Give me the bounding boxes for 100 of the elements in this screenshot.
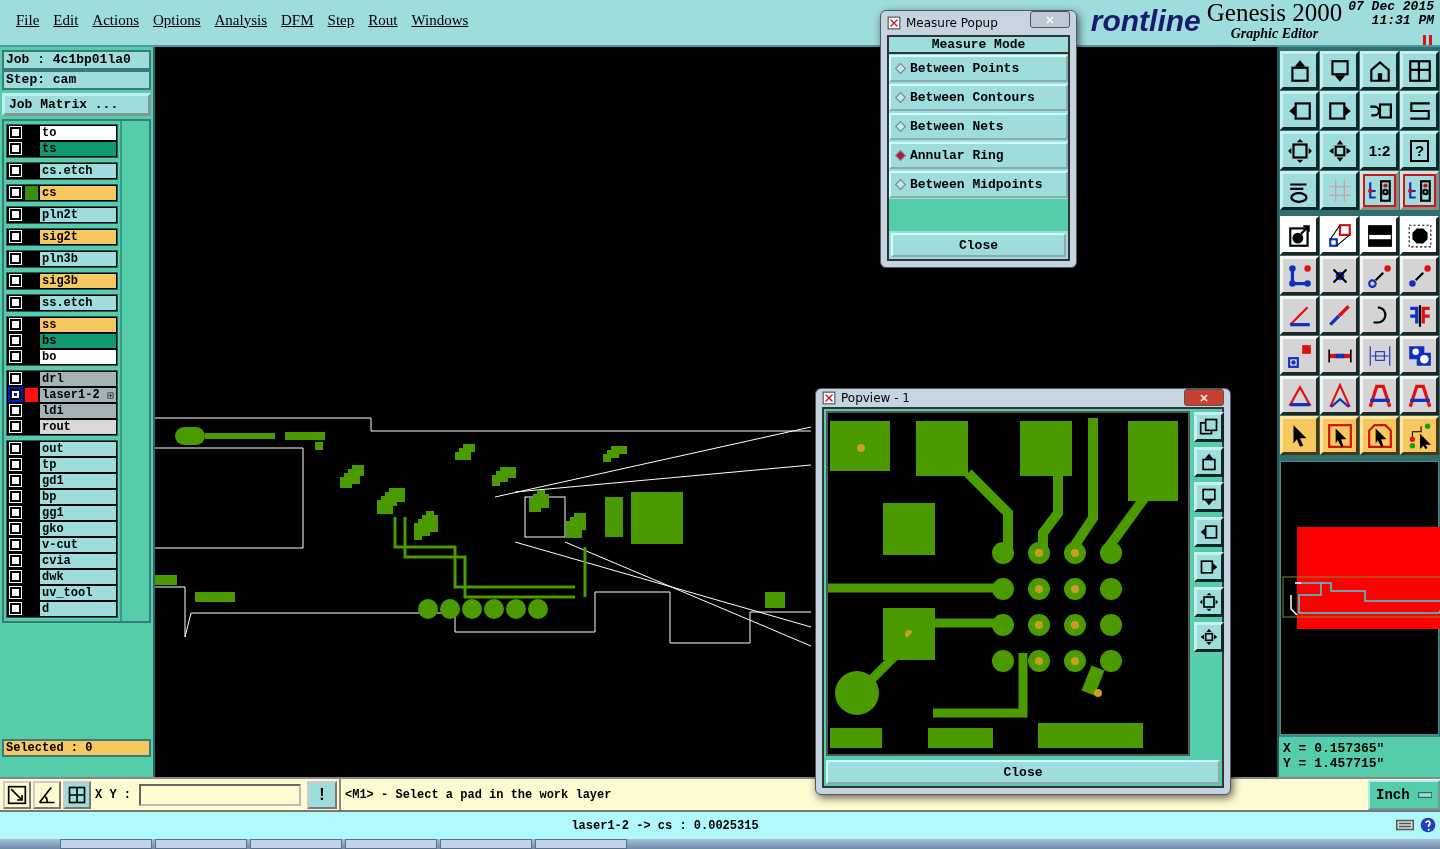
layer-item[interactable]: ss <box>39 317 118 333</box>
close-button[interactable] <box>1030 11 1070 28</box>
layer-item[interactable]: to <box>39 125 118 141</box>
taskbar-button[interactable] <box>250 839 342 849</box>
layer-checkbox[interactable] <box>10 555 21 566</box>
toolbar-button[interactable] <box>1400 51 1439 90</box>
layer-checkbox[interactable] <box>10 491 21 502</box>
layer-checkbox[interactable] <box>10 319 21 330</box>
layer-checkbox[interactable] <box>10 405 21 416</box>
toolbar-button[interactable] <box>1320 91 1359 130</box>
mode-option[interactable]: Annular Ring <box>889 142 1068 169</box>
layer-checkbox[interactable] <box>10 421 21 432</box>
toolbar-button[interactable] <box>1360 91 1399 130</box>
menu-item[interactable]: Actions <box>92 10 139 30</box>
toolbar-button[interactable] <box>1400 171 1439 210</box>
layer-checkbox[interactable] <box>10 523 21 534</box>
toolbar-button[interactable] <box>1194 412 1224 442</box>
close-button[interactable]: Close <box>891 233 1066 257</box>
layer-checkbox[interactable] <box>10 209 21 220</box>
units-button[interactable]: Inch <box>1368 779 1440 810</box>
layer-checkbox[interactable] <box>10 539 21 550</box>
layer-item[interactable]: d <box>39 601 118 617</box>
layer-checkbox[interactable] <box>10 603 21 614</box>
layer-item[interactable]: laser1-2 <box>39 387 118 403</box>
coordinate-input[interactable] <box>139 783 301 806</box>
layer-checkbox[interactable] <box>10 587 21 598</box>
layer-item[interactable]: out <box>39 441 118 457</box>
menu-item[interactable]: File <box>16 10 40 30</box>
layer-item[interactable]: cs <box>39 185 118 201</box>
toolbar-button[interactable] <box>1194 552 1224 582</box>
toolbar-button[interactable] <box>1360 51 1399 90</box>
toolbar-button[interactable] <box>1280 416 1319 455</box>
menu-item[interactable]: Windows <box>411 10 469 30</box>
layer-checkbox[interactable] <box>10 373 21 384</box>
layer-checkbox[interactable] <box>10 275 21 286</box>
layer-checkbox[interactable] <box>10 459 21 470</box>
grid-button[interactable] <box>63 780 91 809</box>
layer-item[interactable]: sig3b <box>39 273 118 289</box>
layer-item[interactable]: pln3b <box>39 251 118 267</box>
toolbar-button[interactable] <box>1280 131 1319 170</box>
toolbar-button[interactable]: 1:2 <box>1360 131 1399 170</box>
menu-item[interactable]: Step <box>327 10 355 30</box>
layer-item[interactable]: drl <box>39 371 118 387</box>
close-button[interactable]: Close <box>826 760 1220 784</box>
layer-checkbox[interactable] <box>10 231 21 242</box>
taskbar-button[interactable] <box>155 839 247 849</box>
taskbar-button[interactable] <box>535 839 627 849</box>
alert-button[interactable]: ! <box>307 780 337 809</box>
layer-item[interactable]: ss.etch <box>39 295 118 311</box>
toolbar-button[interactable] <box>1280 51 1319 90</box>
layer-checkbox[interactable] <box>10 351 21 362</box>
mode-option[interactable]: Between Midpoints <box>889 171 1068 198</box>
toolbar-button[interactable] <box>1320 131 1359 170</box>
toolbar-button[interactable]: ? <box>1400 131 1439 170</box>
toolbar-button[interactable] <box>1194 517 1224 547</box>
layer-checkbox[interactable] <box>10 475 21 486</box>
toolbar-button[interactable] <box>1360 171 1399 210</box>
toolbar-button[interactable] <box>1400 416 1439 455</box>
layer-item[interactable]: gko <box>39 521 118 537</box>
layer-item[interactable]: bo <box>39 349 118 365</box>
layer-checkbox[interactable] <box>10 253 21 264</box>
layer-item[interactable]: cvia <box>39 553 118 569</box>
toolbar-button[interactable] <box>1280 171 1319 210</box>
toolbar-button[interactable] <box>1320 51 1359 90</box>
layer-checkbox[interactable] <box>10 165 21 176</box>
menu-item[interactable]: Rout <box>368 10 398 30</box>
layer-item[interactable]: gg1 <box>39 505 118 521</box>
layer-checkbox[interactable] <box>10 143 21 154</box>
toolbar-button[interactable] <box>1194 622 1224 652</box>
taskbar-button[interactable] <box>440 839 532 849</box>
taskbar-button[interactable] <box>345 839 437 849</box>
layer-item[interactable]: sig2t <box>39 229 118 245</box>
layer-checkbox[interactable] <box>10 389 21 400</box>
taskbar-button[interactable] <box>60 839 152 849</box>
layer-item[interactable]: gd1 <box>39 473 118 489</box>
toolbar-button[interactable] <box>1360 416 1399 455</box>
job-matrix-button[interactable]: Job Matrix ... <box>2 93 151 116</box>
angle-button[interactable] <box>33 780 61 809</box>
mode-option[interactable]: Between Points <box>889 55 1068 82</box>
layer-checkbox[interactable] <box>10 443 21 454</box>
toolbar-button[interactable] <box>1320 171 1359 210</box>
mode-option[interactable]: Between Nets <box>889 113 1068 140</box>
layer-item[interactable]: uv_tool <box>39 585 118 601</box>
toolbar-button[interactable] <box>1194 447 1224 477</box>
layer-item[interactable]: ts <box>39 141 118 157</box>
resize-button[interactable] <box>3 780 31 809</box>
layer-item[interactable]: rout <box>39 419 118 435</box>
menu-item[interactable]: Options <box>153 10 201 30</box>
close-button[interactable] <box>1184 389 1224 406</box>
layer-checkbox[interactable] <box>10 297 21 308</box>
layer-item[interactable]: bs <box>39 333 118 349</box>
layer-item[interactable]: bp <box>39 489 118 505</box>
toolbar-button[interactable] <box>1280 91 1319 130</box>
toolbar-button[interactable] <box>1320 416 1359 455</box>
toolbar-button[interactable] <box>1194 587 1224 617</box>
layer-item[interactable]: cs.etch <box>39 163 118 179</box>
layer-item[interactable]: dwk <box>39 569 118 585</box>
menu-item[interactable]: DFM <box>281 10 314 30</box>
menu-item[interactable]: Edit <box>53 10 79 30</box>
layer-checkbox[interactable] <box>10 507 21 518</box>
